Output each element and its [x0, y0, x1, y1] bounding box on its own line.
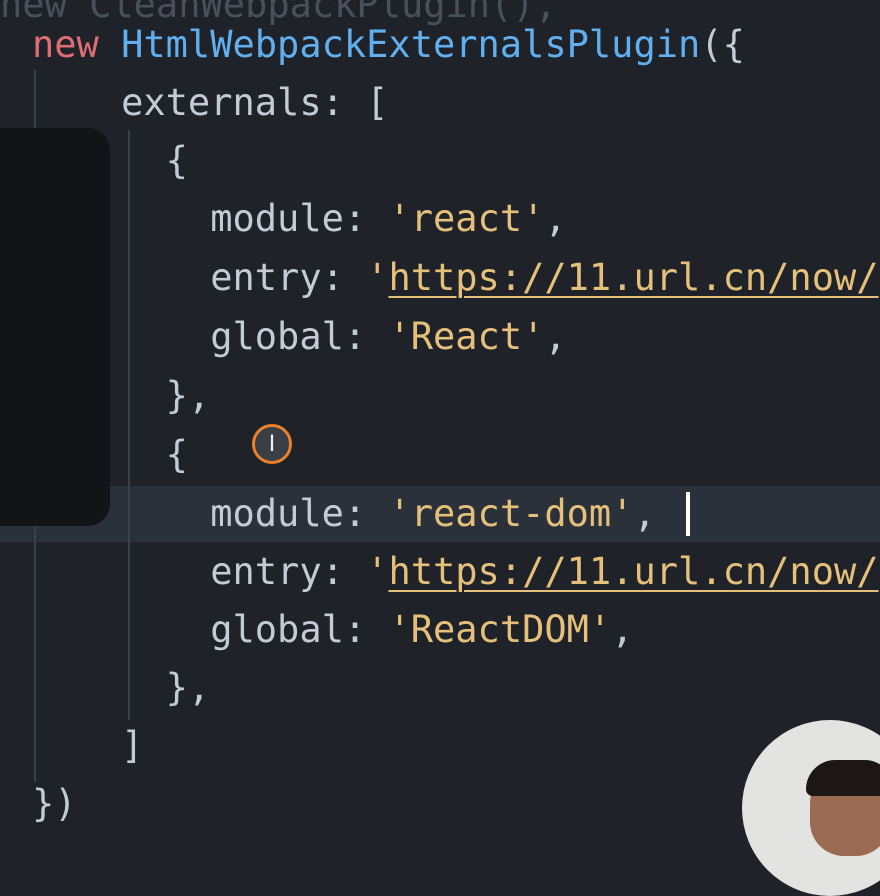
code-line-5: entry: 'https://11.url.cn/now/: [210, 256, 879, 299]
overlay-panel: [0, 128, 110, 526]
code-line-1: new HtmlWebpackExternalsPlugin({: [32, 23, 745, 66]
keyword-new: new: [32, 23, 122, 66]
code-line-11: global: 'ReactDOM',: [210, 608, 634, 651]
code-line-2: externals: [: [121, 81, 389, 124]
code-line-6: global: 'React',: [210, 315, 567, 358]
code-line-12: },: [165, 666, 211, 709]
code-line-4: module: 'react',: [210, 197, 567, 240]
url-link[interactable]: https://11.url.cn/now/: [388, 256, 878, 299]
presenter-hair: [806, 760, 880, 796]
code-line-10: entry: 'https://11.url.cn/now/: [210, 550, 879, 593]
text-cursor-icon: I: [252, 424, 292, 464]
code-editor[interactable]: new CleanWebpackPlugin(), new HtmlWebpac…: [0, 0, 880, 830]
url-link[interactable]: https://11.url.cn/now/: [388, 550, 878, 593]
code-line-14: }): [32, 782, 77, 825]
code-line-9: module: 'react-dom',: [210, 492, 656, 535]
text-caret: [686, 492, 690, 536]
class-name: HtmlWebpackExternalsPlugin: [121, 23, 701, 66]
code-line-13: ]: [121, 724, 144, 767]
